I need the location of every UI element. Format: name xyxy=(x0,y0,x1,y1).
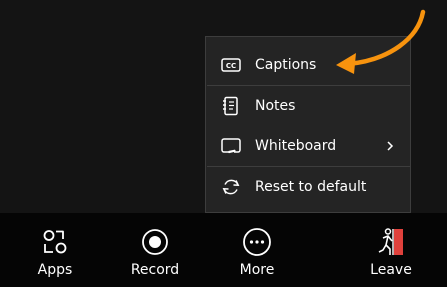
svg-text:CC: CC xyxy=(226,62,236,70)
more-button[interactable]: More xyxy=(222,213,292,287)
closed-captions-icon: CC xyxy=(221,58,241,72)
apps-icon xyxy=(43,230,67,254)
leave-button-label: Leave xyxy=(370,262,412,278)
chevron-right-icon xyxy=(387,141,394,151)
meeting-window: CC Captions Notes Whiteboard Reset to de… xyxy=(0,0,447,287)
more-icon xyxy=(243,228,271,256)
apps-button[interactable]: Apps xyxy=(20,213,90,287)
record-button-label: Record xyxy=(130,262,180,278)
record-button[interactable]: Record xyxy=(120,213,190,287)
apps-button-label: Apps xyxy=(37,262,73,278)
annotation-arrow-icon xyxy=(336,9,426,74)
menu-item-label: Whiteboard xyxy=(255,138,337,154)
more-button-label: More xyxy=(239,262,275,278)
reset-icon xyxy=(222,179,240,195)
menu-item-label: Reset to default xyxy=(255,179,367,195)
menu-item-label: Captions xyxy=(255,57,317,73)
leave-icon xyxy=(378,228,403,255)
meeting-toolbar: Apps Record More Leave xyxy=(0,213,447,287)
whiteboard-icon xyxy=(221,138,241,154)
menu-item-notes[interactable]: Notes xyxy=(206,86,410,126)
menu-item-whiteboard[interactable]: Whiteboard xyxy=(206,126,410,166)
menu-item-reset-to-default[interactable]: Reset to default xyxy=(206,167,410,207)
menu-item-label: Notes xyxy=(255,98,296,114)
record-icon xyxy=(142,229,168,255)
leave-button[interactable]: Leave xyxy=(356,213,426,287)
notes-icon xyxy=(223,96,238,116)
